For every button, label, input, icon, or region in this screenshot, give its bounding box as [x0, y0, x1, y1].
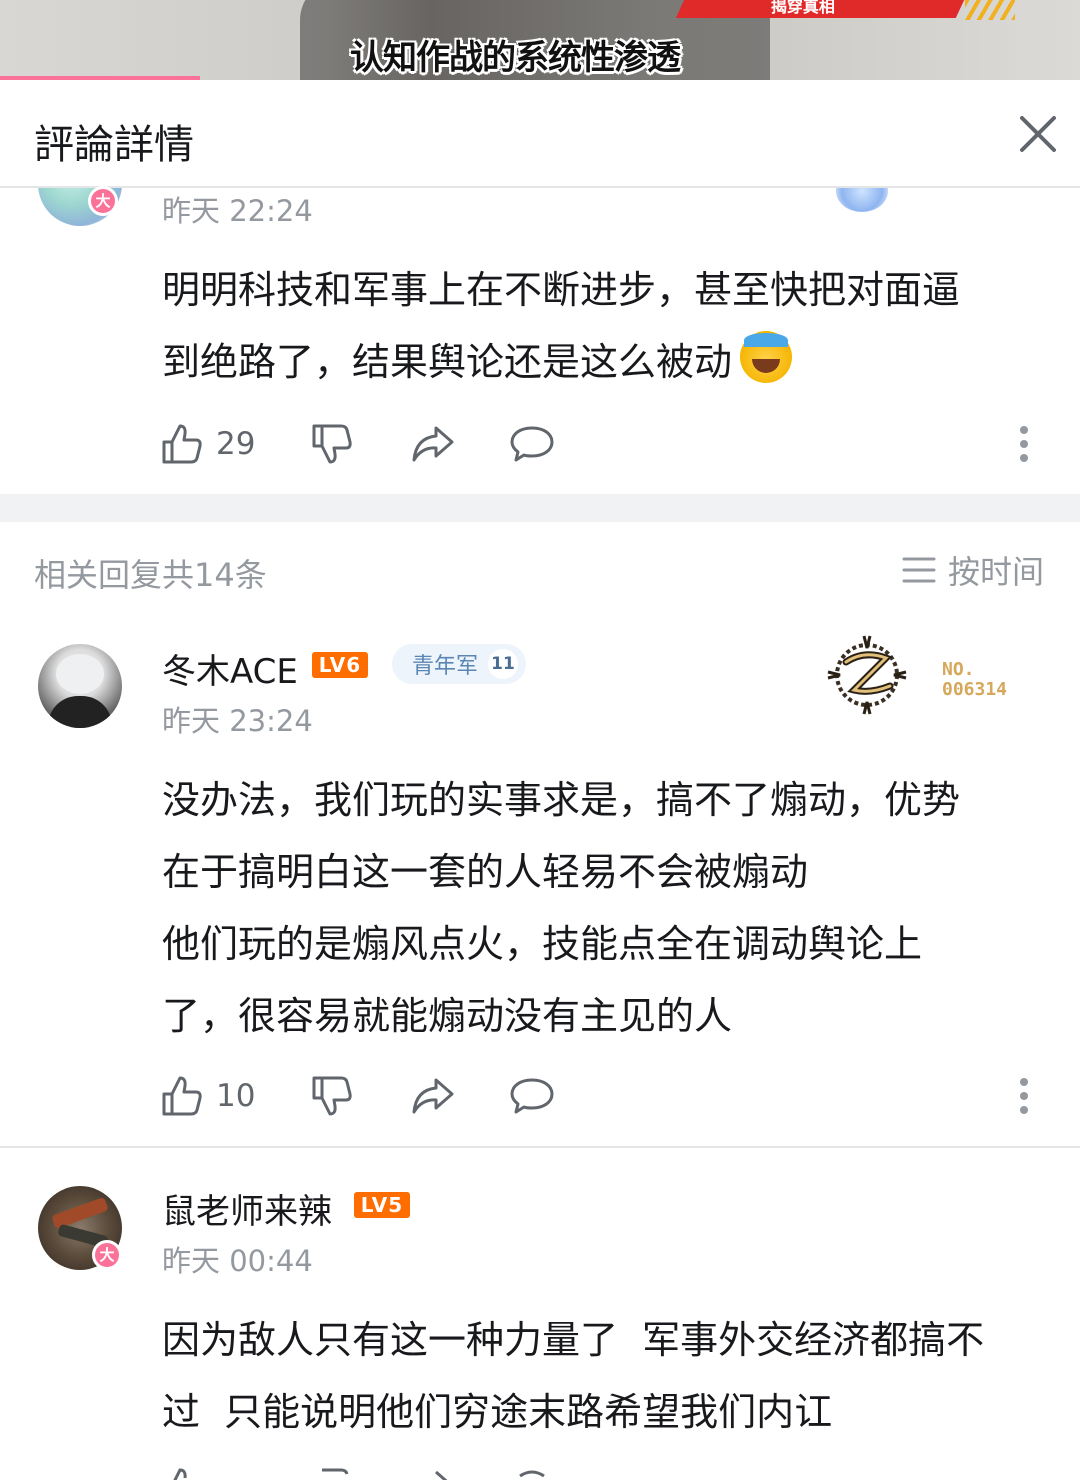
video-banner: 揭穿真相 [675, 0, 965, 18]
sort-label: 按时间 [948, 553, 1045, 591]
reply-avatar[interactable] [38, 644, 122, 728]
fan-medal-level: 11 [488, 649, 519, 679]
share-icon [412, 1078, 454, 1114]
close-icon[interactable] [1014, 110, 1062, 158]
fan-medal[interactable]: 青年军 11 [392, 644, 527, 684]
reply-text: 因为敌人只有这一种力量了 军事外交经济都搞不 过 只能说明他们穷途末路希望我们内… [162, 1318, 985, 1434]
fan-number: NO. 006314 [942, 659, 1008, 700]
section-divider [0, 494, 1080, 522]
main-comment-actions: 29 [160, 420, 1040, 468]
reply-username[interactable]: 鼠老师来辣 [162, 1184, 332, 1233]
dislike-button[interactable] [310, 420, 354, 468]
video-banner-stripes [965, 0, 1015, 20]
share-icon[interactable] [410, 1466, 454, 1480]
reply-icon [510, 426, 554, 462]
level-badge: LV5 [354, 1192, 410, 1218]
reply-button[interactable] [510, 1072, 554, 1120]
reply-divider [0, 1146, 1080, 1148]
reply-username[interactable]: 冬木ACE [162, 644, 298, 693]
dislike-icon [312, 1076, 352, 1116]
more-icon[interactable] [1012, 420, 1036, 468]
level-badge: LV6 [312, 652, 368, 678]
share-icon [412, 426, 454, 462]
fan-medal-label: 青年军 [412, 654, 479, 679]
sort-icon [902, 557, 936, 583]
video-subtitle: 认知作战的系统性渗透 [350, 38, 681, 78]
main-comment-time: 昨天 22:24 [162, 194, 313, 228]
fan-card-emblem-icon [827, 635, 907, 715]
reply-text: 没办法，我们玩的实事求是，搞不了煽动，优势 在于搞明白这一套的人轻易不会被煽动 … [162, 778, 961, 1038]
sort-button[interactable]: 按时间 [902, 548, 1044, 592]
dislike-icon [312, 424, 352, 464]
video-player-strip[interactable]: 揭穿真相 认知作战的系统性渗透 [0, 0, 1080, 80]
more-icon[interactable] [1012, 1072, 1036, 1120]
like-icon [162, 424, 202, 464]
like-icon[interactable] [160, 1466, 204, 1480]
reply-button[interactable] [510, 420, 554, 468]
replies-header: 相关回复共14条 按时间 [0, 522, 1080, 618]
share-button[interactable] [410, 420, 454, 468]
like-button[interactable]: 10 [160, 1072, 255, 1120]
main-comment-decoration [832, 188, 892, 216]
like-count: 29 [216, 426, 256, 462]
dislike-icon[interactable] [310, 1466, 354, 1480]
reply-time: 昨天 23:24 [162, 704, 313, 738]
main-comment-text: 明明科技和军事上在不断进步，甚至快把对面逼 到绝路了，结果舆论还是这么被动 [162, 268, 961, 384]
panel-title: 評論詳情 [34, 122, 194, 168]
reply-icon [510, 1078, 554, 1114]
avatar-badge: 大 [88, 186, 118, 216]
comment-panel-header: 評論詳情 [0, 80, 1080, 188]
like-button[interactable]: 29 [160, 420, 255, 468]
dislike-button[interactable] [310, 1072, 354, 1120]
share-button[interactable] [410, 1072, 454, 1120]
reply-icon[interactable] [510, 1466, 554, 1480]
avatar-badge: 大 [92, 1240, 122, 1270]
like-count: 10 [216, 1078, 256, 1114]
reply-actions-partial [160, 1466, 580, 1480]
replies-count: 相关回复共14条 [34, 556, 267, 594]
laughing-emoji-icon [740, 331, 793, 383]
like-icon [162, 1076, 202, 1116]
reply-time: 昨天 00:44 [162, 1244, 313, 1278]
reply-actions: 10 [160, 1072, 1040, 1120]
